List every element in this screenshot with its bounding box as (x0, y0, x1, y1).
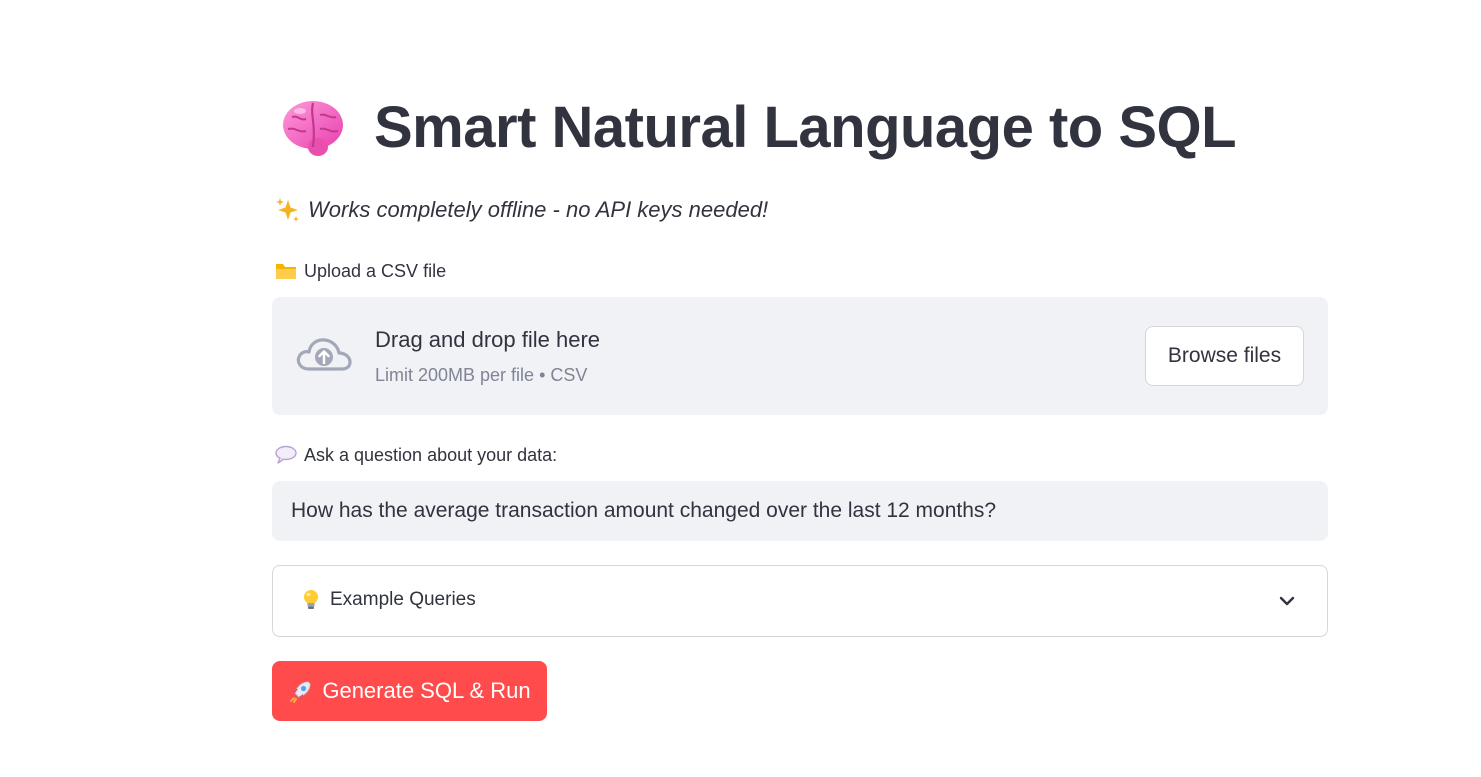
dropzone-instructions: Drag and drop file here Limit 200MB per … (375, 325, 600, 387)
lightbulb-icon (304, 590, 318, 609)
run-button-label: Generate SQL & Run (322, 678, 531, 703)
folder-icon (276, 264, 296, 279)
title-row: Smart Natural Language to SQL (280, 90, 1237, 166)
question-input[interactable] (272, 481, 1328, 541)
browse-files-button[interactable]: Browse files (1145, 326, 1304, 386)
sparkle-icon (276, 198, 299, 222)
brain-icon (283, 101, 343, 156)
generate-sql-run-button[interactable]: Generate SQL & Run (272, 661, 547, 721)
cloud-upload-icon (296, 338, 352, 371)
chevron-down-icon[interactable] (1277, 591, 1297, 611)
example-queries-expander[interactable]: Example Queries (272, 565, 1328, 637)
expander-label: Example Queries (330, 589, 476, 610)
upload-label-text: Upload a CSV file (304, 260, 447, 281)
subtitle: Works completely offline - no API keys n… (274, 196, 768, 224)
speech-bubble-icon (275, 445, 297, 464)
question-label-text: Ask a question about your data: (304, 444, 558, 465)
dropzone-title: Drag and drop file here (375, 327, 601, 352)
question-label: Ask a question about your data: (274, 444, 557, 466)
rocket-icon (290, 681, 311, 703)
dropzone-limit: Limit 200MB per file • CSV (375, 365, 588, 385)
subtitle-text: Works completely offline - no API keys n… (308, 197, 769, 222)
upload-label: Upload a CSV file (274, 260, 446, 282)
file-dropzone[interactable]: Drag and drop file here Limit 200MB per … (272, 297, 1328, 415)
page-title: Smart Natural Language to SQL (374, 95, 1237, 160)
expander-header: Example Queries (300, 588, 476, 612)
